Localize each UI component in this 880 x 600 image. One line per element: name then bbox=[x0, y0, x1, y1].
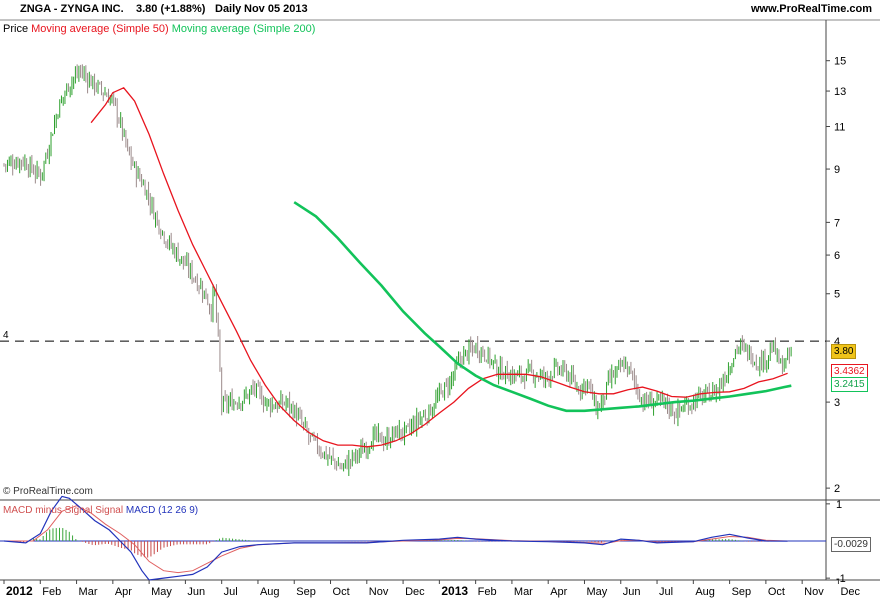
legend-ma200: Moving average (Simple 200) bbox=[171, 23, 316, 35]
macd-value-badge: -0.0029 bbox=[831, 537, 871, 552]
price-tick-label: 11 bbox=[834, 121, 845, 133]
time-tick-label: 2012 bbox=[6, 584, 33, 598]
time-tick-label: Mar bbox=[514, 586, 533, 598]
time-tick-label: Aug bbox=[695, 586, 715, 598]
legend-price: Price bbox=[3, 23, 29, 35]
site-label: www.ProRealTime.com bbox=[750, 3, 872, 15]
legend-ma50: Moving average (Simple 50) bbox=[31, 23, 169, 35]
price-tick-label: 13 bbox=[834, 86, 846, 98]
time-tick-label: May bbox=[151, 586, 172, 598]
time-tick-label: Jun bbox=[187, 586, 205, 598]
time-tick-label: Nov bbox=[369, 586, 389, 598]
chart-frames: 4 bbox=[0, 19, 880, 581]
time-tick-label: Mar bbox=[79, 586, 98, 598]
time-tick-label: Feb bbox=[42, 586, 61, 598]
time-tick-label: 2013 bbox=[441, 584, 468, 598]
time-tick-label: Jun bbox=[623, 586, 641, 598]
legend-macd-histogram: MACD minus Signal bbox=[3, 505, 93, 516]
price-tick-label: 15 bbox=[834, 56, 846, 68]
time-tick-label: Aug bbox=[260, 586, 280, 598]
price-tick-label: 6 bbox=[834, 250, 840, 262]
date-label: Nov 05 2013 bbox=[244, 3, 308, 15]
time-tick-label: Dec bbox=[840, 586, 860, 598]
macd-tick-label: -1 bbox=[836, 573, 846, 585]
time-tick-label: Apr bbox=[115, 586, 132, 598]
reference-line-label: 4 bbox=[3, 330, 9, 341]
price-candles bbox=[3, 64, 792, 477]
ma200-value-badge: 3.2415 bbox=[831, 377, 868, 392]
quote-value: 3.80 (+1.88%) bbox=[136, 3, 206, 15]
price-tick-label: 5 bbox=[834, 289, 840, 301]
time-tick-label: Feb bbox=[478, 586, 497, 598]
copyright-label: © ProRealTime.com bbox=[3, 486, 93, 497]
last-price-badge: 3.80 bbox=[831, 344, 857, 359]
ma200-line bbox=[293, 201, 792, 413]
price-tick-label: 2 bbox=[834, 483, 840, 495]
time-tick-label: Nov bbox=[804, 586, 824, 598]
time-tick-label: Sep bbox=[732, 586, 752, 598]
price-tick-label: 7 bbox=[834, 217, 840, 229]
period-label: Daily bbox=[215, 3, 242, 15]
price-tick-label: 3 bbox=[834, 397, 840, 409]
axes: 2 3 4 5 6 7 9 11 13 15 2012 Feb Mar Apr May Jun Jul Aug Se… bbox=[3, 56, 861, 598]
legend-macd: MACD (12 26 9) bbox=[125, 505, 199, 516]
time-tick-label: Oct bbox=[333, 586, 350, 598]
symbol-title: ZNGA - ZYNGA INC. bbox=[20, 3, 124, 15]
macd-tick-label: 1 bbox=[836, 499, 842, 511]
legend-macd-signal: Signal bbox=[95, 505, 124, 516]
time-tick-label: Oct bbox=[768, 586, 785, 598]
price-tick-label: 9 bbox=[834, 164, 840, 176]
time-tick-label: Jul bbox=[659, 586, 673, 598]
time-tick-label: Sep bbox=[296, 586, 316, 598]
time-tick-label: Dec bbox=[405, 586, 425, 598]
time-tick-label: Apr bbox=[550, 586, 567, 598]
time-tick-label: Jul bbox=[224, 586, 238, 598]
time-tick-label: May bbox=[586, 586, 607, 598]
